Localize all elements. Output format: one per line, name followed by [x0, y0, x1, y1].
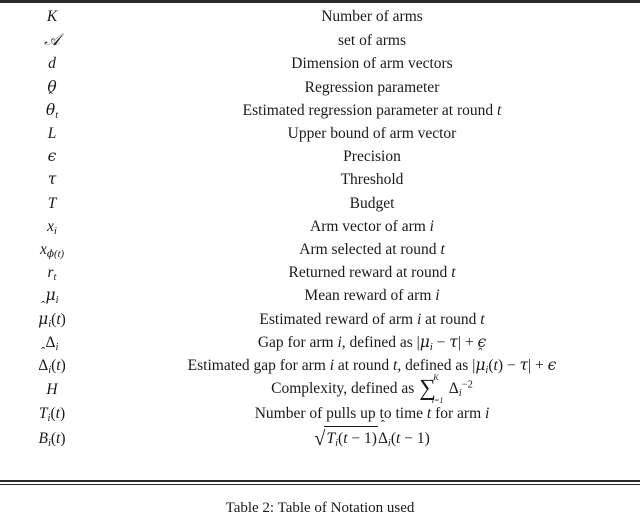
table-row: μi Mean reward of arm i	[0, 284, 640, 307]
description-cell-H: Complexity, defined as ∑ Ki=1 Δi−2	[271, 372, 473, 405]
description-cell-theta: Regression parameter	[304, 78, 440, 96]
table-row: xi Arm vector of arm i	[0, 215, 640, 238]
symbol-cell-theta-hat-t: ̂θt	[45, 100, 59, 121]
symbol-cell-epsilon: ϵ	[47, 147, 57, 166]
table-caption-label: Table 2:	[225, 500, 275, 516]
symbol-cell-L: L	[47, 125, 57, 143]
symbol-cell-delta-i: Δi	[45, 333, 59, 353]
description-cell-tau: Threshold	[340, 171, 404, 189]
table-top-rule	[0, 0, 640, 3]
summation-symbol: ∑ Ki=1	[419, 372, 444, 405]
table-row: d Dimension of arm vectors	[0, 52, 640, 75]
table-bottom-rule-outer	[0, 480, 640, 482]
symbol-cell-delta-hat-i-t: ̂Δi(t)	[38, 357, 66, 376]
description-cell-K: Number of arms	[321, 8, 423, 25]
description-cell-T-i-t: Number of pulls up to time t for arm i	[254, 405, 490, 423]
table-row: τ Threshold	[0, 168, 640, 191]
symbol-cell-r-t: rt	[47, 264, 57, 284]
description-cell-delta-hat-i-t: Estimated gap for arm i at round t, defi…	[187, 356, 557, 376]
table-caption: Table 2: Table of Notation used	[0, 500, 640, 517]
symbol-cell-K: K	[46, 8, 58, 25]
table-bottom-rule-inner	[0, 484, 640, 485]
description-cell-mu-hat-i-t: Estimated reward of arm i at round t	[259, 310, 485, 328]
symbol-cell-mu-hat-i-t: ̂μi(t)	[38, 309, 66, 330]
description-cell-x-i: Arm vector of arm i	[310, 217, 434, 235]
table-row: ϵ Precision	[0, 145, 640, 168]
table-row: K Number of arms	[0, 5, 640, 28]
description-cell-theta-hat-t: Estimated regression parameter at round …	[242, 101, 502, 119]
description-cell-calligraphic-A: set of arms	[337, 31, 406, 49]
table-row: Ti(t) Number of pulls up to time t for a…	[0, 402, 640, 425]
table-row: Δi Gap for arm i, defined as |μi − τ| + …	[0, 331, 640, 354]
symbol-cell-tau: τ	[47, 170, 57, 189]
symbol-cell-B-i-t: Bi(t)	[38, 429, 66, 449]
table-row: Bi(t) √Ti(t − 1)̂Δi(t − 1)	[0, 425, 640, 452]
table-row: 𝒜 set of arms	[0, 28, 640, 52]
symbol-cell-H: H	[46, 381, 58, 399]
description-cell-d: Dimension of arm vectors	[291, 55, 453, 73]
symbol-cell-calligraphic-A: 𝒜	[44, 30, 60, 50]
table-row: T Budget	[0, 192, 640, 215]
square-root-expression: √Ti(t − 1)	[314, 425, 378, 452]
description-cell-epsilon: Precision	[343, 148, 401, 166]
description-cell-B-i-t: √Ti(t − 1)̂Δi(t − 1)	[104, 425, 640, 452]
symbol-cell-mu-i: μi	[45, 286, 59, 307]
figure-page: K Number of arms 𝒜 set of arms d Dimensi…	[0, 0, 640, 516]
table-row: L Upper bound of arm vector	[0, 122, 640, 145]
symbol-cell-T: T	[47, 194, 57, 212]
description-cell-mu-i: Mean reward of arm i	[304, 287, 440, 305]
description-cell-delta-i: Gap for arm i, defined as |μi − τ| + ϵ	[257, 332, 487, 353]
symbol-cell-T-i-t: Ti(t)	[38, 405, 66, 425]
table-row: ̂μi(t) Estimated reward of arm i at roun…	[0, 308, 640, 331]
table-caption-text: Table of Notation used	[277, 500, 415, 516]
symbol-cell-d: d	[48, 55, 56, 73]
table-row: θ Regression parameter	[0, 76, 640, 99]
description-cell-r-t: Returned reward at round t	[288, 264, 456, 282]
description-cell-T: Budget	[349, 194, 395, 212]
table-row: rt Returned reward at round t	[0, 261, 640, 284]
table-row: ̂θt Estimated regression parameter at ro…	[0, 99, 640, 122]
notation-table: K Number of arms 𝒜 set of arms d Dimensi…	[0, 5, 640, 452]
description-cell-x-phi-t: Arm selected at round t	[299, 241, 445, 259]
table-row: xϕ(t) Arm selected at round t	[0, 238, 640, 261]
description-cell-L: Upper bound of arm vector	[287, 125, 457, 143]
table-row: H Complexity, defined as ∑ Ki=1 Δi−2	[0, 372, 640, 405]
symbol-cell-x-i: xi	[47, 217, 57, 237]
symbol-cell-x-phi-t: xϕ(t)	[39, 241, 65, 260]
notation-table-body: K Number of arms 𝒜 set of arms d Dimensi…	[0, 5, 640, 452]
table-row: ̂Δi(t) Estimated gap for arm i at round …	[0, 354, 640, 377]
symbol-cell-theta: θ	[47, 77, 57, 96]
